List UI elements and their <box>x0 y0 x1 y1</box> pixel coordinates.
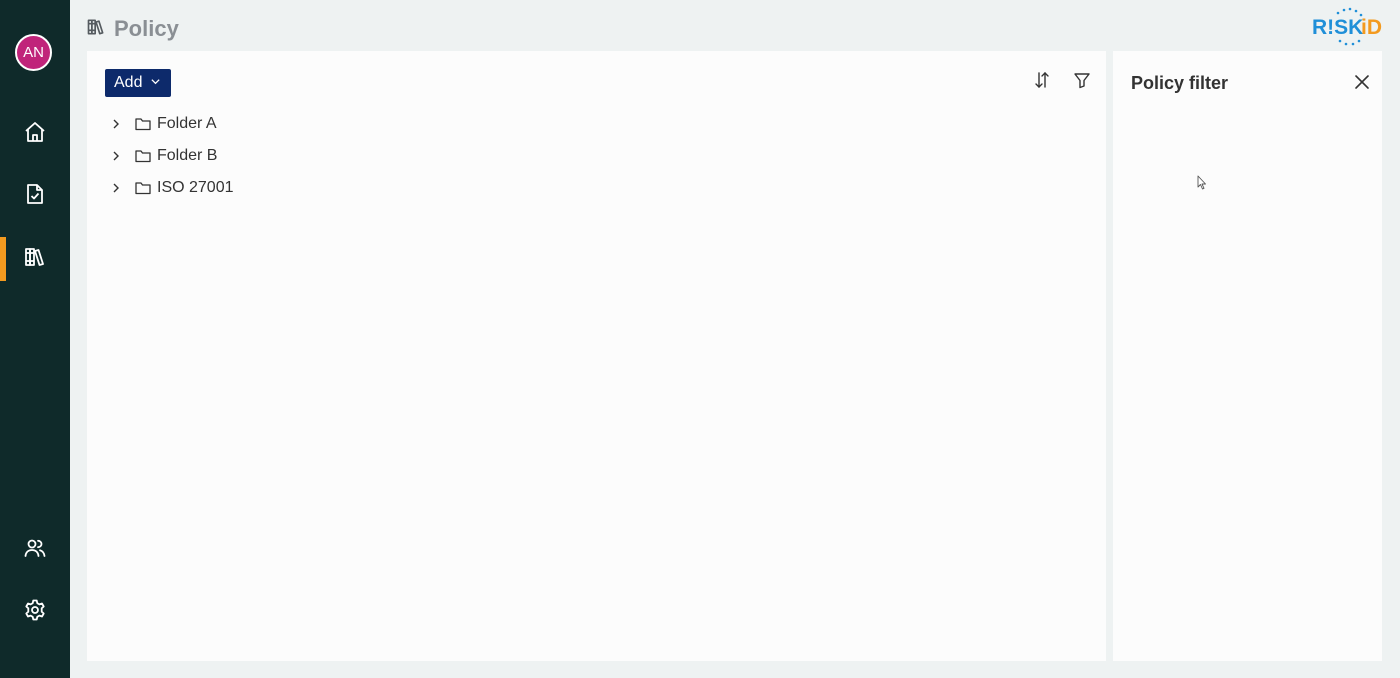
add-button-label: Add <box>114 74 143 91</box>
sort-icon <box>1033 71 1051 94</box>
mouse-cursor-icon <box>1197 175 1206 190</box>
page-title: Policy <box>114 16 179 41</box>
folder-icon <box>135 182 151 195</box>
logo-text-orange: iD <box>1361 16 1382 39</box>
chevron-right-icon[interactable] <box>109 149 123 163</box>
page-header: Policy <box>86 14 179 44</box>
document-check-icon <box>23 182 47 211</box>
sidebar-item-policy[interactable] <box>0 237 70 281</box>
chevron-right-icon[interactable] <box>109 181 123 195</box>
add-button[interactable]: Add <box>105 69 171 97</box>
avatar[interactable]: AN <box>15 34 52 71</box>
policy-tree-panel: Add Folder A Folder B ISO 27001 <box>87 51 1106 661</box>
chevron-down-icon <box>150 74 161 92</box>
tree-item-folder-b[interactable]: Folder B <box>109 140 234 172</box>
sidebar-item-settings[interactable] <box>0 590 70 634</box>
close-icon <box>1354 74 1370 95</box>
filter-panel-title: Policy filter <box>1131 73 1229 93</box>
sidebar-item-tasks[interactable] <box>0 174 70 218</box>
tree-item-iso-27001[interactable]: ISO 27001 <box>109 172 234 204</box>
policy-tree: Folder A Folder B ISO 27001 <box>109 108 234 204</box>
home-icon <box>23 120 47 149</box>
tree-item-label: Folder A <box>157 115 217 132</box>
policy-filter-panel: Policy filter <box>1113 51 1382 661</box>
tree-item-label: Folder B <box>157 147 218 164</box>
sidebar-item-home[interactable] <box>0 112 70 156</box>
tree-item-folder-a[interactable]: Folder A <box>109 108 234 140</box>
close-button[interactable] <box>1351 73 1373 95</box>
tree-item-label: ISO 27001 <box>157 179 234 196</box>
logo-text-blue: R!SK <box>1312 16 1363 39</box>
gear-icon <box>23 598 47 627</box>
users-icon <box>23 536 47 565</box>
library-icon <box>86 17 106 42</box>
sidebar: AN <box>0 0 70 678</box>
filter-button[interactable] <box>1067 67 1097 97</box>
riskid-logo: R!SK iD <box>1310 6 1386 48</box>
library-icon <box>23 245 47 274</box>
folder-icon <box>135 118 151 131</box>
sort-button[interactable] <box>1027 67 1057 97</box>
filter-icon <box>1073 71 1091 94</box>
sidebar-item-users[interactable] <box>0 528 70 572</box>
folder-icon <box>135 150 151 163</box>
chevron-right-icon[interactable] <box>109 117 123 131</box>
